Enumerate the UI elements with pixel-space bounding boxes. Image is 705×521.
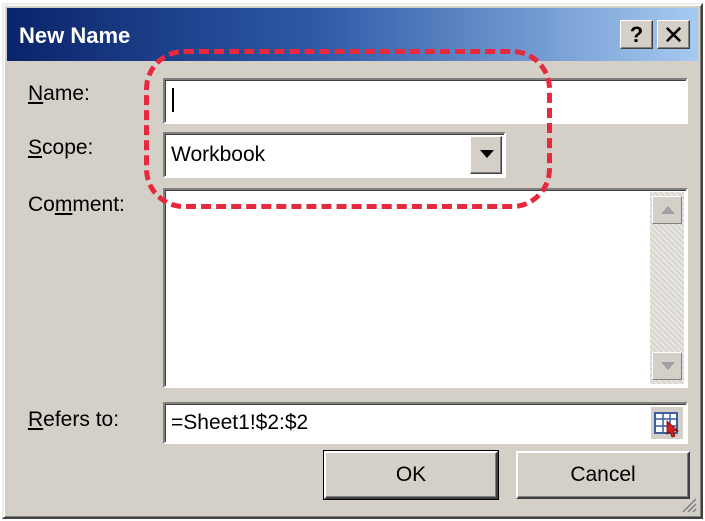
refers-to-value: =Sheet1!$2:$2 bbox=[171, 411, 309, 434]
comment-textarea[interactable] bbox=[163, 188, 688, 388]
comment-scrollbar[interactable] bbox=[650, 192, 684, 384]
refers-to-label: Refers to: bbox=[28, 408, 120, 431]
scroll-down-arrow-icon[interactable] bbox=[652, 352, 682, 380]
help-icon[interactable]: ? bbox=[620, 20, 653, 49]
refers-to-input[interactable]: =Sheet1!$2:$2 bbox=[163, 402, 688, 444]
scope-label: Scope: bbox=[28, 136, 94, 159]
resize-grip-icon[interactable] bbox=[679, 495, 697, 513]
new-name-dialog: New Name ? ✕ Name: Scope: Workbook Comme… bbox=[2, 3, 703, 519]
highlight-annotation bbox=[144, 49, 552, 209]
dialog-title: New Name bbox=[19, 23, 131, 48]
name-label: Name: bbox=[28, 82, 90, 105]
dropdown-arrow-icon[interactable] bbox=[470, 136, 502, 174]
range-select-icon[interactable] bbox=[651, 407, 683, 439]
name-input[interactable] bbox=[163, 78, 688, 124]
scroll-up-arrow-icon[interactable] bbox=[652, 196, 682, 224]
scope-dropdown[interactable]: Workbook bbox=[163, 132, 506, 178]
scope-dropdown-value: Workbook bbox=[171, 143, 266, 166]
close-icon[interactable]: ✕ bbox=[657, 20, 690, 49]
comment-label: Comment: bbox=[28, 193, 125, 216]
text-caret bbox=[172, 88, 174, 112]
title-bar[interactable]: New Name ? ✕ bbox=[7, 8, 698, 61]
ok-button[interactable]: OK bbox=[323, 450, 499, 500]
cancel-button[interactable]: Cancel bbox=[516, 451, 690, 499]
